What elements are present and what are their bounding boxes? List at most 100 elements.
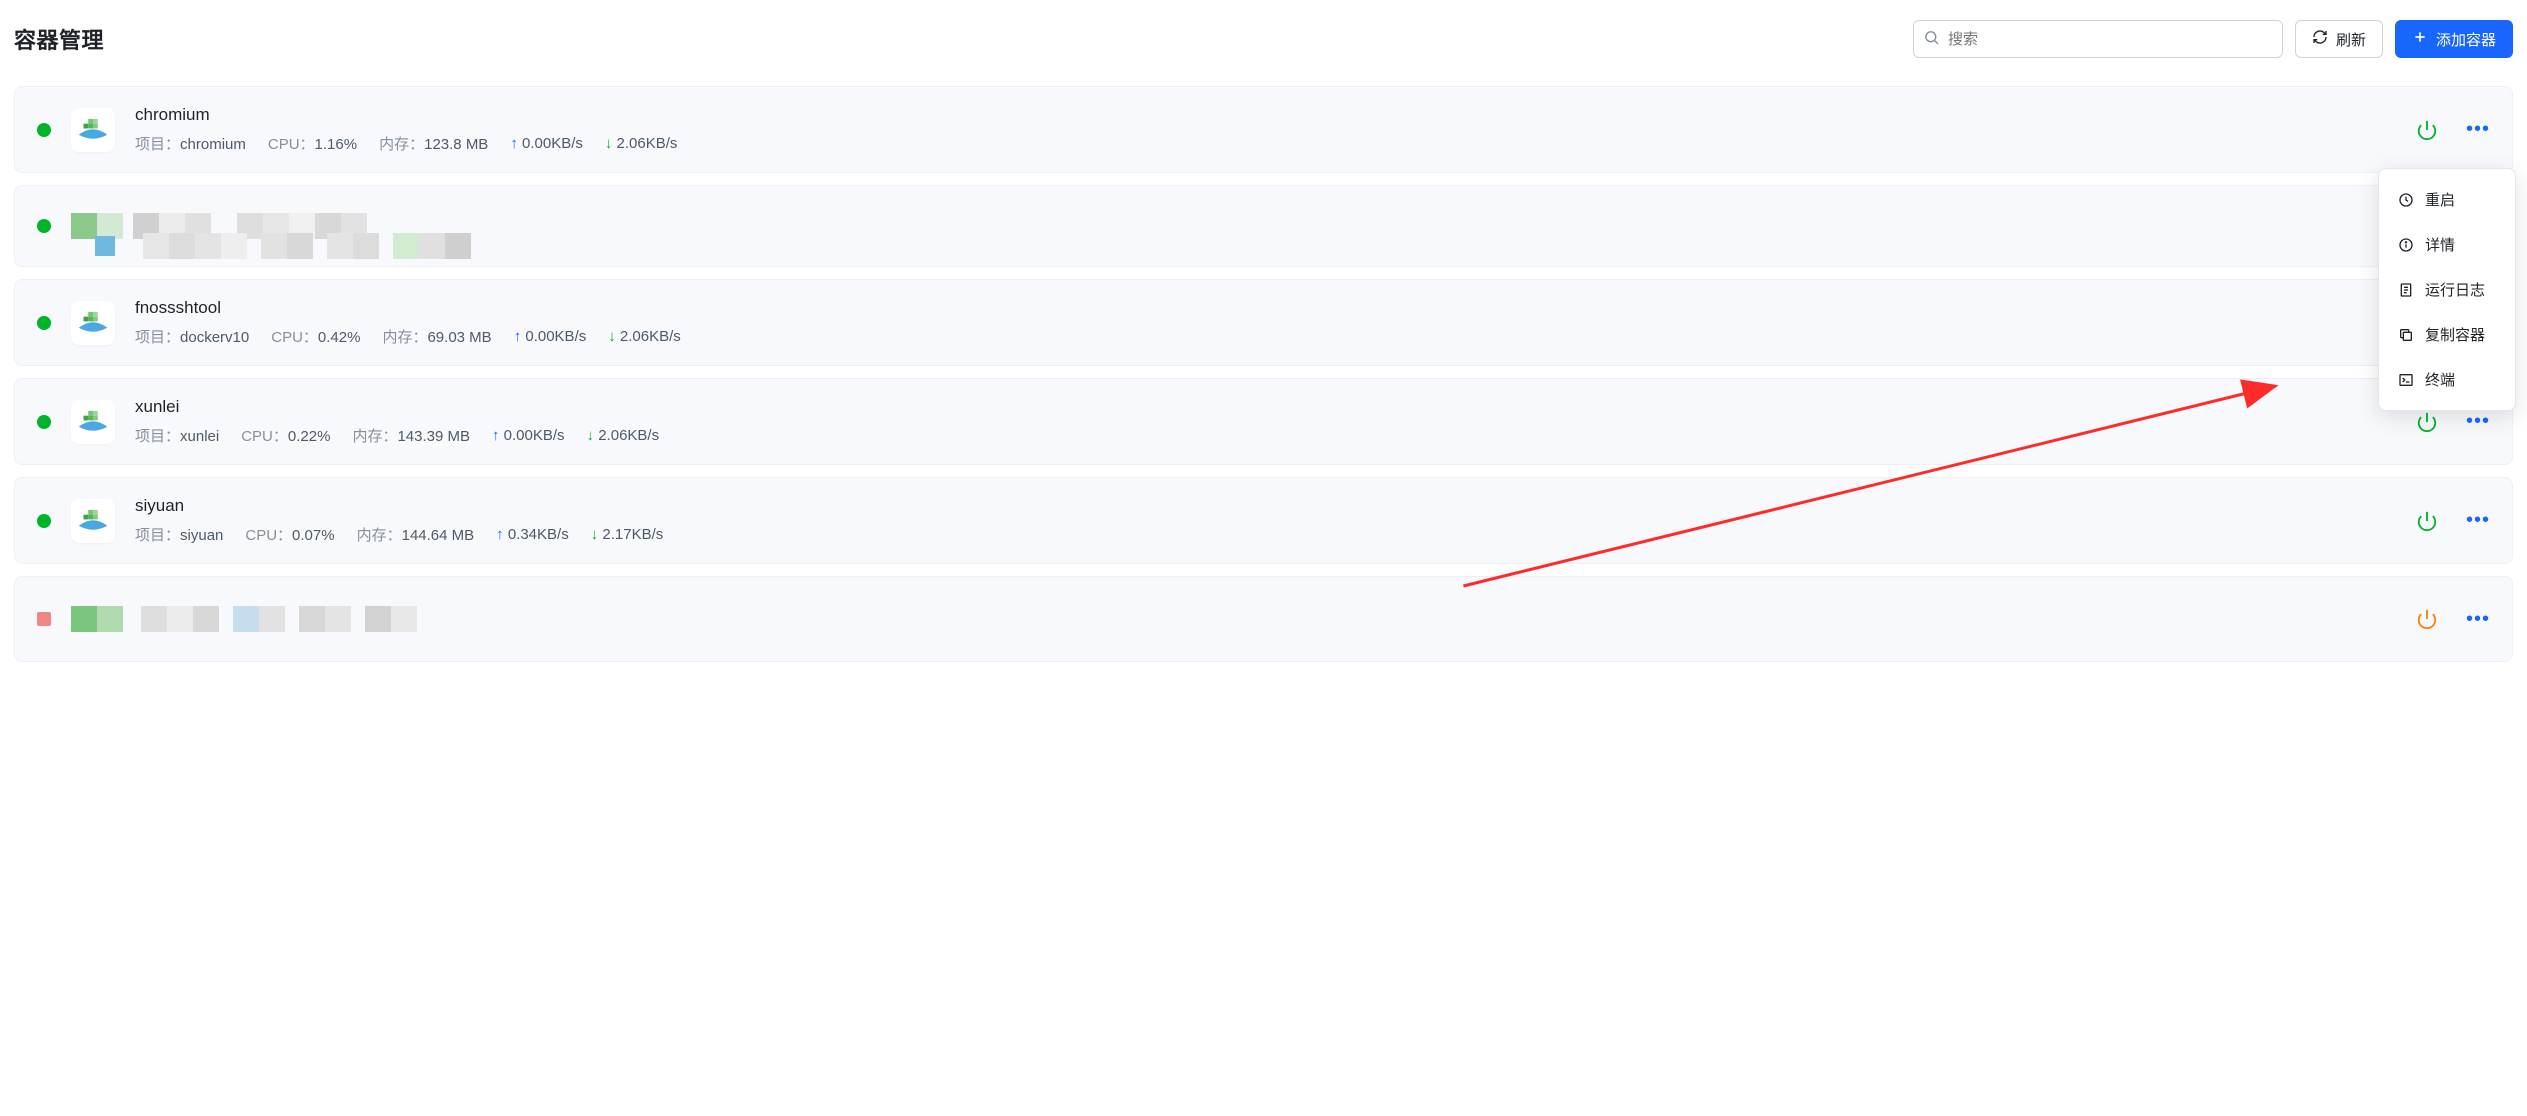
copy-icon — [2397, 326, 2415, 344]
upload-icon: ↑ — [514, 328, 522, 345]
upload-value: 0.34KB/s — [508, 526, 569, 543]
status-indicator — [37, 415, 51, 429]
mem-label: 内存： — [382, 329, 427, 346]
download-icon: ↓ — [587, 427, 595, 444]
container-icon — [71, 301, 115, 345]
cpu-label: CPU： — [245, 527, 292, 544]
status-indicator — [37, 123, 51, 137]
redacted-content — [71, 591, 2396, 647]
mem-value: 123.8 MB — [424, 136, 488, 153]
project-label: 项目： — [135, 329, 180, 346]
more-button[interactable]: ••• — [2466, 118, 2490, 141]
download-value: 2.06KB/s — [620, 328, 681, 345]
refresh-label: 刷新 — [2336, 29, 2366, 50]
row-actions: ••• — [2416, 509, 2490, 532]
more-button[interactable]: ••• — [2466, 410, 2490, 433]
dropdown-copy[interactable]: 复制容器 — [2379, 312, 2515, 357]
upload-icon: ↑ — [492, 427, 500, 444]
mem-label: 内存： — [352, 428, 397, 445]
container-name: siyuan — [135, 496, 2396, 516]
cpu-label: CPU： — [241, 428, 288, 445]
project-label: 项目： — [135, 527, 180, 544]
status-indicator — [37, 514, 51, 528]
search-icon — [1923, 29, 1940, 49]
page-title: 容器管理 — [14, 23, 104, 55]
project-label: 项目： — [135, 428, 180, 445]
mem-value: 144.64 MB — [402, 527, 475, 544]
project-value: chromium — [180, 136, 246, 153]
cpu-value: 0.42% — [318, 329, 361, 346]
upload-value: 0.00KB/s — [525, 328, 586, 345]
project-label: 项目： — [135, 136, 180, 153]
container-body: chromium 项目：chromium CPU：1.16% 内存：123.8 … — [135, 105, 2396, 154]
more-button[interactable]: ••• — [2466, 608, 2490, 631]
container-name: xunlei — [135, 397, 2396, 417]
cpu-value: 1.16% — [315, 136, 358, 153]
upload-value: 0.00KB/s — [522, 135, 583, 152]
container-row[interactable]: chromium 项目：chromium CPU：1.16% 内存：123.8 … — [14, 86, 2513, 173]
container-meta: 项目：siyuan CPU：0.07% 内存：144.64 MB ↑ 0.34K… — [135, 524, 2396, 545]
container-body: xunlei 项目：xunlei CPU：0.22% 内存：143.39 MB … — [135, 397, 2396, 446]
logs-icon — [2397, 281, 2415, 299]
terminal-icon — [2397, 371, 2415, 389]
container-meta: 项目：xunlei CPU：0.22% 内存：143.39 MB ↑ 0.00K… — [135, 425, 2396, 446]
cpu-label: CPU： — [271, 329, 318, 346]
dropdown-terminal-label: 终端 — [2425, 369, 2455, 390]
project-value: dockerv10 — [180, 329, 249, 346]
upload-icon: ↑ — [510, 135, 518, 152]
download-icon: ↓ — [605, 135, 613, 152]
download-value: 2.06KB/s — [598, 427, 659, 444]
container-meta: 项目：chromium CPU：1.16% 内存：123.8 MB ↑ 0.00… — [135, 133, 2396, 154]
container-row[interactable]: xunlei 项目：xunlei CPU：0.22% 内存：143.39 MB … — [14, 378, 2513, 465]
container-list: chromium 项目：chromium CPU：1.16% 内存：123.8 … — [14, 86, 2513, 662]
upload-value: 0.00KB/s — [504, 427, 565, 444]
status-indicator — [37, 612, 51, 626]
dropdown-logs-label: 运行日志 — [2425, 279, 2485, 300]
container-icon — [71, 499, 115, 543]
cpu-label: CPU： — [268, 136, 315, 153]
download-value: 2.06KB/s — [617, 135, 678, 152]
context-dropdown: 重启 详情 运行日志 复制容器 终端 — [2378, 168, 2516, 411]
mem-value: 143.39 MB — [397, 428, 470, 445]
download-icon: ↓ — [591, 526, 599, 543]
dropdown-terminal[interactable]: 终端 — [2379, 357, 2515, 402]
download-icon: ↓ — [608, 328, 616, 345]
container-name: fnossshtool — [135, 298, 2470, 318]
search-input[interactable] — [1913, 20, 2283, 58]
dropdown-details[interactable]: 详情 — [2379, 222, 2515, 267]
container-row[interactable]: ••• — [14, 576, 2513, 662]
dropdown-copy-label: 复制容器 — [2425, 324, 2485, 345]
plus-icon — [2412, 29, 2428, 49]
status-indicator — [37, 219, 51, 233]
row-actions: ••• — [2416, 410, 2490, 433]
mem-label: 内存： — [379, 136, 424, 153]
container-body: siyuan 项目：siyuan CPU：0.07% 内存：144.64 MB … — [135, 496, 2396, 545]
container-icon — [71, 108, 115, 152]
mem-label: 内存： — [357, 527, 402, 544]
power-button[interactable] — [2416, 411, 2438, 433]
container-row[interactable]: 重启 详情 运行日志 复制容器 终端 — [14, 185, 2513, 267]
cpu-value: 0.22% — [288, 428, 331, 445]
dropdown-logs[interactable]: 运行日志 — [2379, 267, 2515, 312]
project-value: xunlei — [180, 428, 219, 445]
refresh-icon — [2312, 29, 2328, 49]
power-button[interactable] — [2416, 608, 2438, 630]
dropdown-restart-label: 重启 — [2425, 189, 2455, 210]
power-button[interactable] — [2416, 510, 2438, 532]
more-button[interactable]: ••• — [2466, 509, 2490, 532]
search-box — [1913, 20, 2283, 58]
restart-icon — [2397, 191, 2415, 209]
status-indicator — [37, 316, 51, 330]
add-container-label: 添加容器 — [2436, 29, 2496, 50]
refresh-button[interactable]: 刷新 — [2295, 20, 2383, 58]
redacted-content-2 — [95, 232, 471, 260]
power-button[interactable] — [2416, 119, 2438, 141]
project-value: siyuan — [180, 527, 223, 544]
container-row[interactable]: fnossshtool 项目：dockerv10 CPU：0.42% 内存：69… — [14, 279, 2513, 366]
container-body: fnossshtool 项目：dockerv10 CPU：0.42% 内存：69… — [135, 298, 2470, 347]
add-container-button[interactable]: 添加容器 — [2395, 20, 2513, 58]
container-row[interactable]: siyuan 项目：siyuan CPU：0.07% 内存：144.64 MB … — [14, 477, 2513, 564]
dropdown-restart[interactable]: 重启 — [2379, 177, 2515, 222]
row-actions: ••• — [2416, 608, 2490, 631]
page-header: 容器管理 刷新 添加容器 — [14, 20, 2513, 58]
